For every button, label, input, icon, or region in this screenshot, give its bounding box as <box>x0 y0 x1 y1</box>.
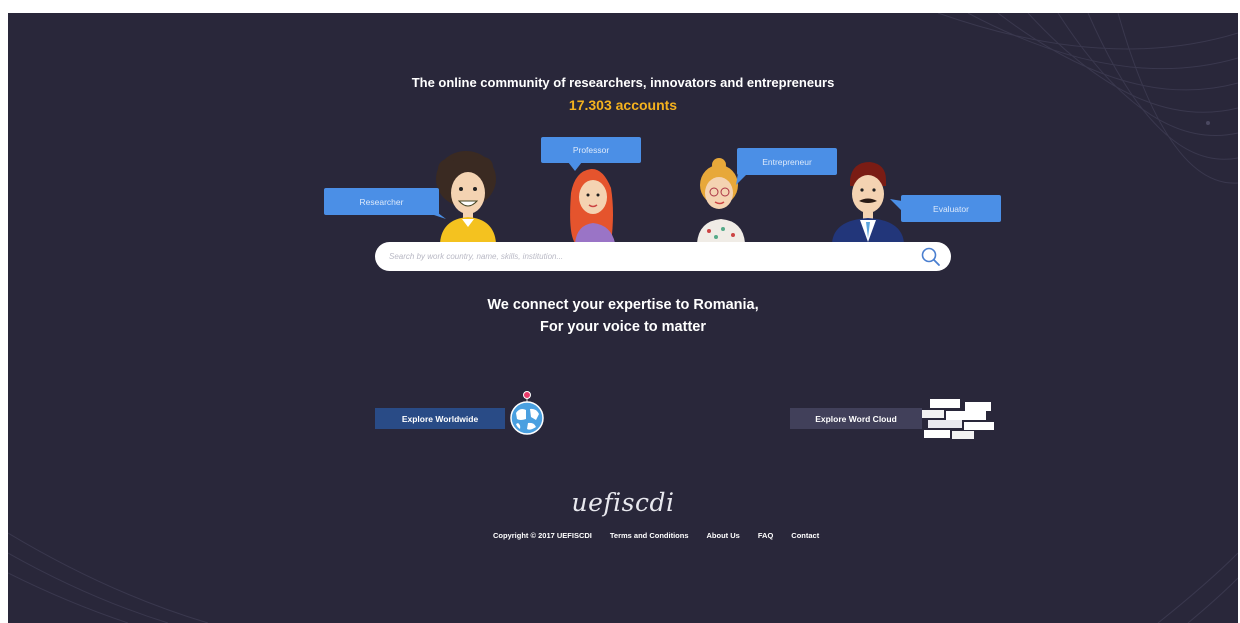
researcher-illustration <box>436 151 496 243</box>
evaluator-bubble: Evaluator <box>901 195 1001 222</box>
professor-bubble: Professor <box>541 137 641 163</box>
professor-bubble-tail <box>568 162 582 171</box>
evaluator-label: Evaluator <box>933 203 969 214</box>
explore-worldwide-button[interactable]: Explore Worldwide <box>375 408 505 429</box>
uefiscdi-logo: uefiscdi <box>571 488 675 517</box>
search-icon[interactable] <box>920 246 941 267</box>
professor-illustration <box>570 168 615 243</box>
copyright-text: Copyright © 2017 UEFISCDI <box>493 531 592 540</box>
page-background: The online community of researchers, inn… <box>8 13 1238 623</box>
mission-line-2: For your voice to matter <box>540 319 706 335</box>
researcher-bubble-tail <box>428 213 446 219</box>
accounts-count: 17.303 accounts <box>568 97 678 113</box>
explore-worldwide-label: Explore Worldwide <box>401 413 479 424</box>
researcher-label: Researcher <box>359 196 404 207</box>
entrepreneur-bubble: Entrepreneur <box>737 148 837 175</box>
footer-links: Copyright © 2017 UEFISCDI Terms and Cond… <box>493 531 819 540</box>
evaluator-bubble-tail <box>890 199 902 211</box>
contact-link[interactable]: Contact <box>791 531 819 540</box>
hero-tagline: The online community of researchers, inn… <box>411 75 835 90</box>
about-link[interactable]: About Us <box>707 531 740 540</box>
entrepreneur-bubble-tail <box>736 173 748 185</box>
researcher-bubble: Researcher <box>324 188 439 215</box>
globe-icon[interactable] <box>506 389 548 435</box>
mission-line-1: We connect your expertise to Romania, <box>487 297 759 313</box>
faq-link[interactable]: FAQ <box>758 531 773 540</box>
entrepreneur-label: Entrepreneur <box>762 156 812 167</box>
explore-wordcloud-label: Explore Word Cloud <box>815 413 897 424</box>
explore-wordcloud-button[interactable]: Explore Word Cloud <box>790 408 922 429</box>
word-cloud-icon[interactable] <box>920 397 1000 441</box>
professor-label: Professor <box>572 145 610 155</box>
search-input[interactable] <box>389 249 909 263</box>
terms-link[interactable]: Terms and Conditions <box>610 531 689 540</box>
search-bar <box>375 242 951 271</box>
